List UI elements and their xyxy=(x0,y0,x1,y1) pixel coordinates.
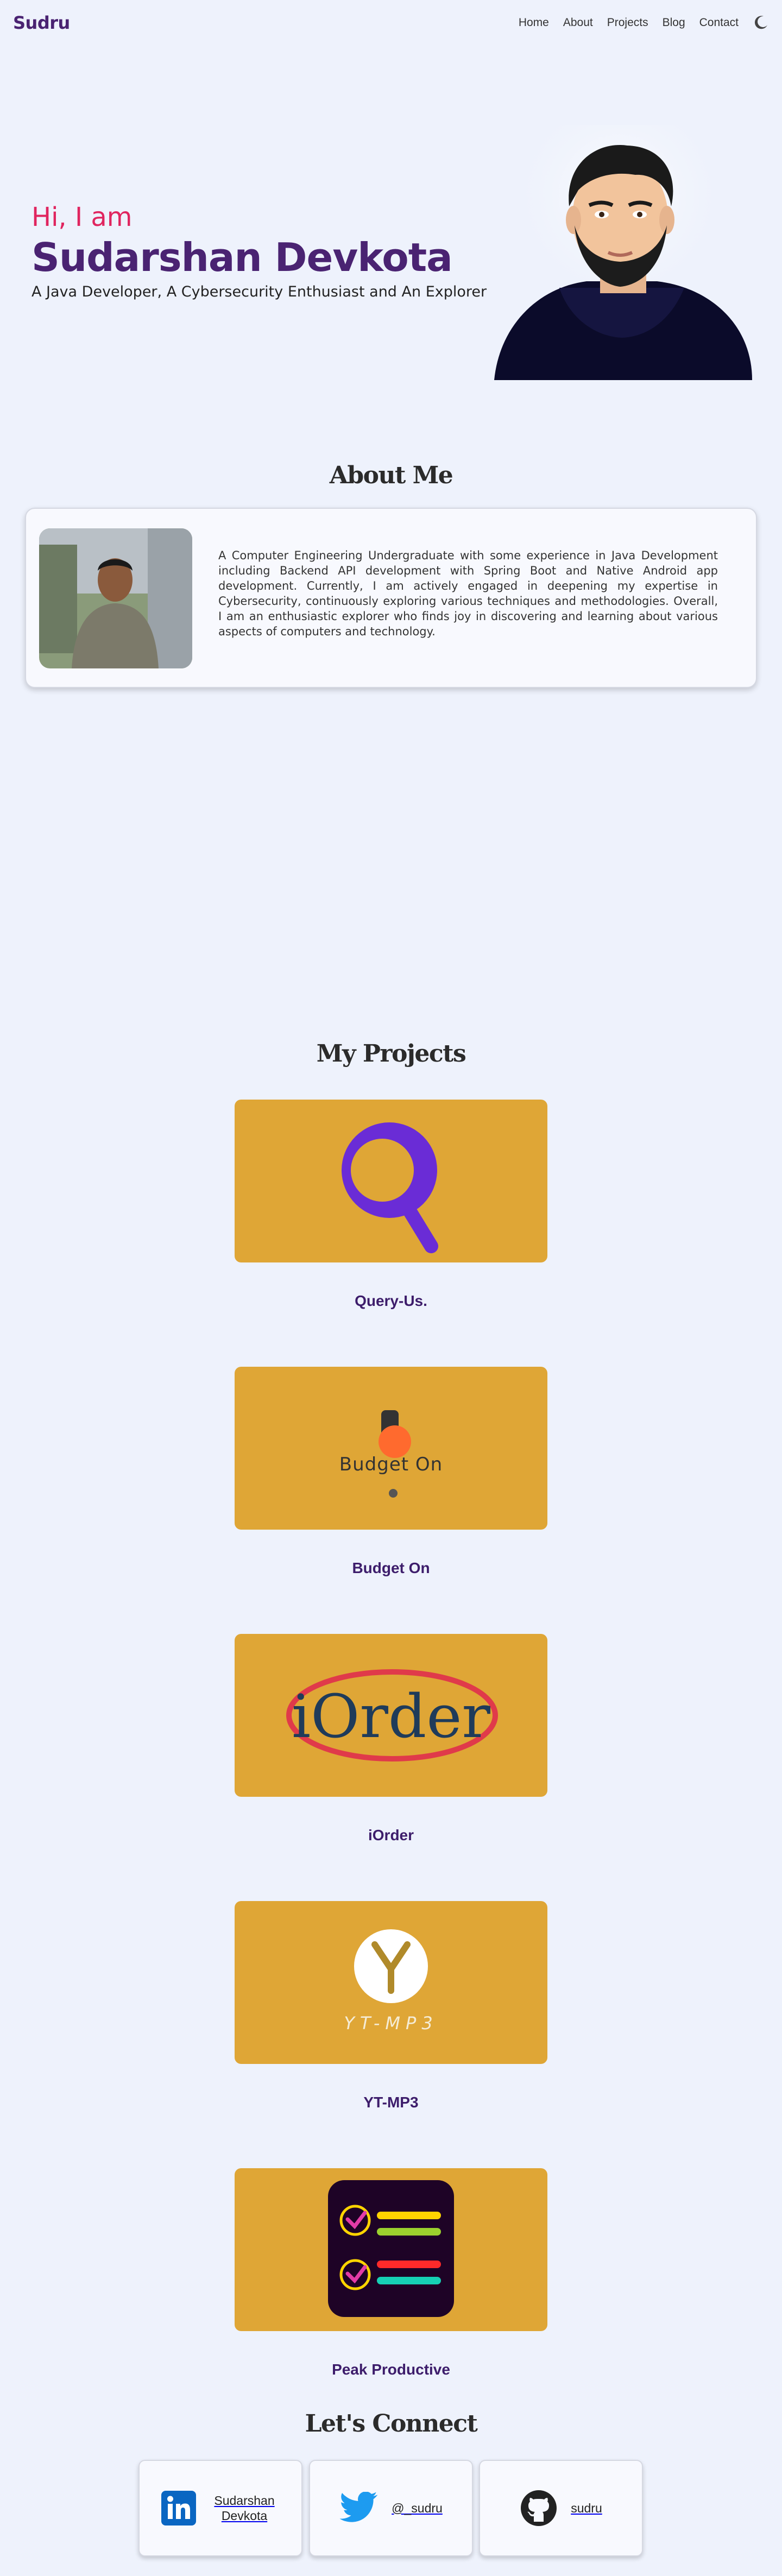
projects-title: My Projects xyxy=(316,1040,466,1068)
connect-label-linkedin: Sudarshan Devkota xyxy=(214,2493,275,2523)
budget-on-logo-text: Budget On xyxy=(339,1454,443,1475)
project-card-yt-mp3[interactable]: YT-MP3 xyxy=(235,1901,547,2064)
project-name-iorder[interactable]: iOrder xyxy=(0,1827,782,1844)
connect-card-github[interactable]: sudru xyxy=(479,2460,643,2556)
connect-label-twitter: @_sudru xyxy=(392,2501,443,2515)
hero-tagline: A Java Developer, A Cybersecurity Enthus… xyxy=(31,283,487,300)
nav-link-home[interactable]: Home xyxy=(519,16,549,29)
project-name-peak-productive[interactable]: Peak Productive xyxy=(0,2361,782,2378)
nav-link-blog[interactable]: Blog xyxy=(663,16,685,29)
connect-card-twitter[interactable]: @_sudru xyxy=(309,2460,473,2556)
navbar: Sudru Home About Projects Blog Contact xyxy=(0,0,782,46)
nav-link-about[interactable]: About xyxy=(563,16,593,29)
connect-label-github: sudru xyxy=(571,2501,602,2515)
project-card-budget-on[interactable]: Budget On xyxy=(235,1367,547,1530)
project-card-query-us[interactable] xyxy=(235,1100,547,1262)
project-card-peak-productive[interactable] xyxy=(235,2168,547,2331)
nav-links: Home About Projects Blog Contact xyxy=(519,15,769,31)
twitter-icon xyxy=(339,2492,378,2522)
budget-on-logo xyxy=(379,1410,411,1498)
linkedin-icon xyxy=(161,2491,196,2526)
project-name-budget-on[interactable]: Budget On xyxy=(0,1560,782,1577)
about-title: About Me xyxy=(329,462,453,489)
project-card-iorder[interactable]: iOrder xyxy=(235,1634,547,1797)
connect-title: Let's Connect xyxy=(305,2410,478,2438)
profile-photo xyxy=(39,528,192,668)
nav-link-projects[interactable]: Projects xyxy=(607,16,648,29)
project-name-yt-mp3[interactable]: YT-MP3 xyxy=(0,2094,782,2111)
hero-greeting: Hi, I am xyxy=(31,202,133,232)
about-text: A Computer Engineering Undergraduate wit… xyxy=(218,549,718,638)
query-us-logo xyxy=(342,1122,438,1253)
github-icon xyxy=(521,2490,557,2526)
yt-mp3-logo-text: YT-MP3 xyxy=(344,2013,438,2034)
peak-productive-logo xyxy=(328,2180,454,2317)
yt-mp3-logo xyxy=(354,1929,428,2003)
iorder-logo-text: iOrder xyxy=(291,1682,491,1751)
hero-name: Sudarshan Devkota xyxy=(31,235,453,280)
moon-icon[interactable] xyxy=(753,15,769,31)
project-name-query-us[interactable]: Query-Us. xyxy=(0,1292,782,1310)
connect-card-linkedin[interactable]: Sudarshan Devkota xyxy=(138,2460,302,2556)
about-card: A Computer Engineering Undergraduate wit… xyxy=(25,508,757,688)
nav-link-contact[interactable]: Contact xyxy=(699,16,739,29)
hero-avatar-illustration xyxy=(494,125,752,380)
brand-logo[interactable]: Sudru xyxy=(13,12,70,33)
